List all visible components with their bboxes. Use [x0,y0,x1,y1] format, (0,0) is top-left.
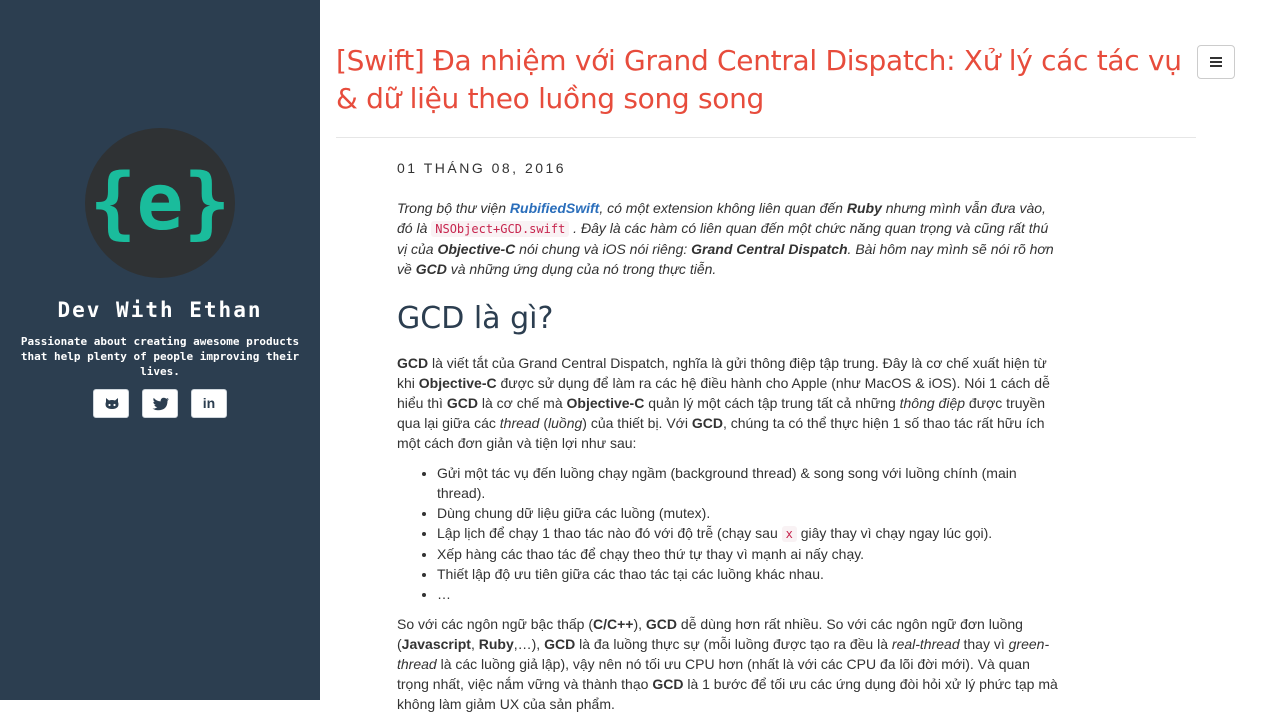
list-item: Xếp hàng các thao tác để chạy theo thứ t… [437,544,1059,564]
feature-list: Gửi một tác vụ đến luồng chạy ngầm (back… [397,463,1059,604]
post-date: 01 tháng 08, 2016 [397,160,567,176]
post-content: 01 tháng 08, 2016 Trong bộ thư viện Rubi… [397,158,1059,714]
avatar-glyph: {e} [90,158,231,248]
hamburger-icon [1210,57,1222,59]
list-item: Thiết lập độ ưu tiên giữa các thao tác t… [437,564,1059,584]
social-links: in [0,389,320,418]
logo-icon: {e} [90,158,231,248]
avatar[interactable]: {e} [85,128,235,278]
twitter-icon [152,397,169,411]
list-item: Dùng chung dữ liệu giữa các luồng (mutex… [437,503,1059,523]
menu-toggle-button[interactable] [1197,45,1235,79]
rubifiedswift-link[interactable]: RubifiedSwift [510,200,599,216]
sidebar: {e} Dev With Ethan Passionate about crea… [0,0,320,700]
header-divider [336,137,1196,138]
list-item: Gửi một tác vụ đến luồng chạy ngầm (back… [437,463,1059,503]
section-heading: GCD là gì? [397,301,554,336]
list-item: … [437,584,1059,604]
github-button[interactable] [93,389,129,418]
twitter-button[interactable] [142,389,178,418]
linkedin-icon: in [202,395,216,411]
post-intro: Trong bộ thư viện RubifiedSwift, có một … [397,200,1054,277]
site-tagline: Passionate about creating awesome produc… [20,335,300,378]
paragraph: GCD là viết tắt của Grand Central Dispat… [397,355,1050,451]
linkedin-button[interactable]: in [191,389,227,418]
post-title: [Swift] Đa nhiệm với Grand Central Dispa… [336,44,1182,115]
inline-code: NSObject+GCD.swift [431,221,570,237]
inline-code: x [781,526,797,542]
github-icon [105,398,119,409]
paragraph: So với các ngôn ngữ bậc thấp (C/C++), GC… [397,616,1058,712]
list-item: Lập lịch để chạy 1 thao tác nào đó với đ… [437,523,1059,544]
site-title[interactable]: Dev With Ethan [0,298,320,322]
